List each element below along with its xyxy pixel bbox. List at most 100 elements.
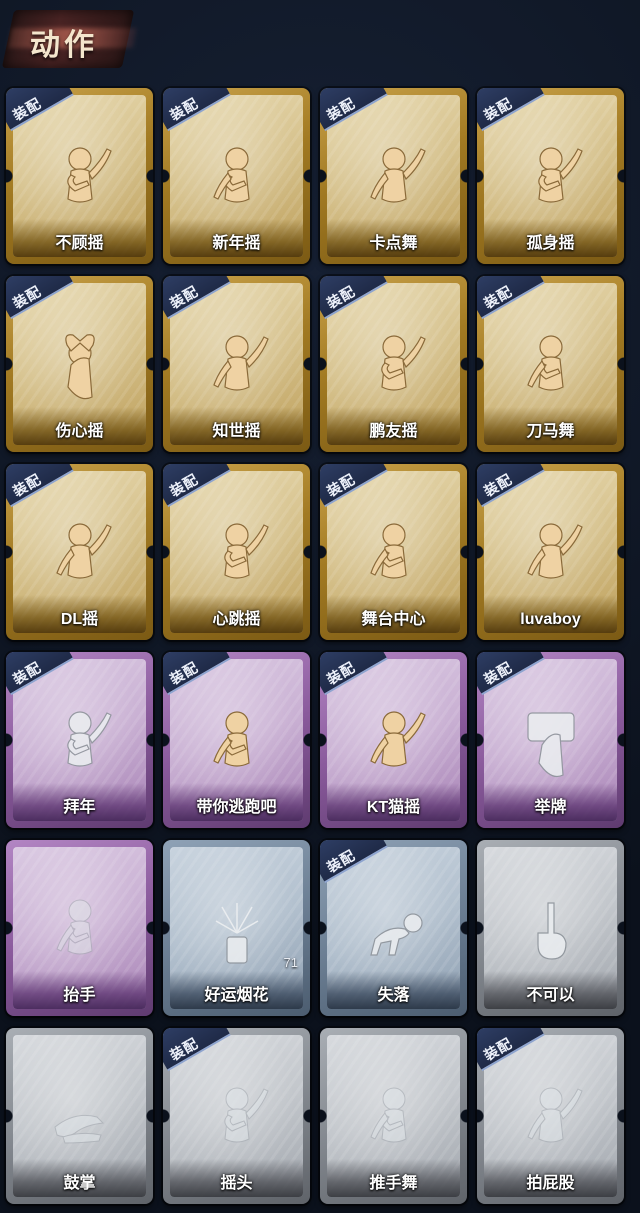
equipped-badge-label: 装配 [167,94,201,124]
dance-figure-icon [202,705,272,785]
emote-name: 心跳摇 [212,611,261,628]
emote-card[interactable]: 装配拍屁股 [477,1028,624,1204]
section-header: 动作 [0,0,140,80]
emote-card[interactable]: 装配带你逃跑吧 [163,652,310,828]
emote-card[interactable]: 不可以 [477,840,624,1016]
dance-figure-icon [45,517,115,597]
equipped-badge: 装配 [163,276,217,312]
equipped-badge: 装配 [320,464,374,500]
equipped-badge: 装配 [6,88,60,124]
dance-figure-icon [359,141,429,221]
equipped-badge: 装配 [320,88,374,124]
equipped-badge-label: 装配 [10,658,44,688]
equipped-badge-label: 装配 [324,282,358,312]
emote-card[interactable]: 装配摇头 [163,1028,310,1204]
equipped-badge-label: 装配 [481,658,515,688]
page-title: 动作 [30,29,98,62]
equipped-badge: 装配 [477,464,531,500]
dance-figure-icon [45,141,115,221]
dance-figure-icon [202,517,272,597]
emote-card[interactable]: 71 好运烟花 [163,840,310,1016]
equipped-badge-label: 装配 [481,94,515,124]
emote-card[interactable]: 装配卡点舞 [320,88,467,264]
clap-hands-icon [45,1081,115,1161]
dance-figure-icon [202,329,272,409]
raise-hand-figure-icon [45,893,115,973]
equipped-badge-label: 装配 [167,1034,201,1064]
equipped-badge-label: 装配 [324,658,358,688]
finger-wag-icon [516,893,586,973]
emote-card[interactable]: 装配举牌 [477,652,624,828]
emote-name: 带你逃跑吧 [196,799,277,816]
emote-card[interactable]: 装配舞台中心 [320,464,467,640]
equipped-badge-label: 装配 [324,470,358,500]
emote-card[interactable]: 推手舞 [320,1028,467,1204]
emote-card[interactable]: 装配知世摇 [163,276,310,452]
emote-card[interactable]: 装配鹏友摇 [320,276,467,452]
emote-card[interactable]: 装配 新年摇 [163,88,310,264]
equipped-badge-label: 装配 [167,658,201,688]
emote-card[interactable]: 装配 拜年 [6,652,153,828]
emote-name: 不可以 [526,987,575,1004]
dance-figure-icon [202,141,272,221]
equipped-badge: 装配 [320,276,374,312]
equipped-badge: 装配 [6,652,60,688]
emote-card[interactable]: 装配 刀马舞 [477,276,624,452]
emote-grid: 装配 不顾摇 装配 新年摇 装配 卡点舞 装配 孤身摇 装配 伤心摇 装配 知世摇 装配 鹏友摇 装配 刀马舞… [6,88,636,1208]
equipped-badge-label: 装配 [10,470,44,500]
bow-figure-icon [45,705,115,785]
emote-card[interactable]: 装配 伤心摇 [6,276,153,452]
emote-name: 摇头 [220,1175,253,1192]
dance-figure-icon [516,1081,586,1161]
emote-card[interactable]: 装配 心跳摇 [163,464,310,640]
equipped-badge: 装配 [6,464,60,500]
emote-name: 知世摇 [212,423,261,440]
equipped-badge: 装配 [163,1028,217,1064]
emote-name: 失落 [377,987,410,1004]
equipped-badge-label: 装配 [324,94,358,124]
emote-name: 刀马舞 [526,423,575,440]
equipped-badge: 装配 [477,88,531,124]
emote-card[interactable]: 装配 KT猫摇 [320,652,467,828]
dance-figure-icon [359,1081,429,1161]
equipped-badge: 装配 [477,1028,531,1064]
equipped-badge-label: 装配 [481,470,515,500]
equipped-badge-label: 装配 [10,94,44,124]
emote-name: 举牌 [534,799,567,816]
emote-collection-page: 动作 装配 不顾摇 装配 新年摇 装配 卡点舞 装配 孤身摇 装配 伤心摇 装配 知世摇 装配 鹏友摇 装配… [0,0,640,1213]
emote-name: 拍屁股 [526,1175,575,1192]
emote-name: 卡点舞 [369,235,418,252]
equipped-badge-label: 装配 [167,282,201,312]
item-count: 71 [283,955,298,970]
dance-figure-icon [359,517,429,597]
emote-name: 抬手 [63,987,96,1004]
equipped-badge: 装配 [320,840,374,876]
emote-card[interactable]: 装配 luvaboy [477,464,624,640]
emote-name: 好运烟花 [204,987,269,1004]
emote-name: 鹏友摇 [369,423,418,440]
firework-icon [202,893,272,973]
equipped-badge: 装配 [320,652,374,688]
equipped-badge: 装配 [163,88,217,124]
emote-card[interactable]: 装配孤身摇 [477,88,624,264]
emote-name: 不顾摇 [55,235,104,252]
emote-card[interactable]: 抬手 [6,840,153,1016]
crawl-figure-icon [359,893,429,973]
emote-name: 推手舞 [369,1175,418,1192]
equipped-badge-label: 装配 [10,282,44,312]
equipped-badge: 装配 [6,276,60,312]
dance-figure-icon [516,141,586,221]
emote-card[interactable]: 装配失落 [320,840,467,1016]
equipped-badge: 装配 [163,652,217,688]
emote-name: 舞台中心 [361,611,426,628]
emote-card[interactable]: 装配 DL摇 [6,464,153,640]
equipped-badge: 装配 [477,652,531,688]
emote-name: KT猫摇 [366,799,421,816]
dance-figure-icon [202,1081,272,1161]
dance-figure-icon [359,705,429,785]
emote-name: 孤身摇 [526,235,575,252]
emote-card[interactable]: 鼓掌 [6,1028,153,1204]
dance-figure-icon [516,517,586,597]
emote-card[interactable]: 装配不顾摇 [6,88,153,264]
equipped-badge-label: 装配 [324,846,358,876]
